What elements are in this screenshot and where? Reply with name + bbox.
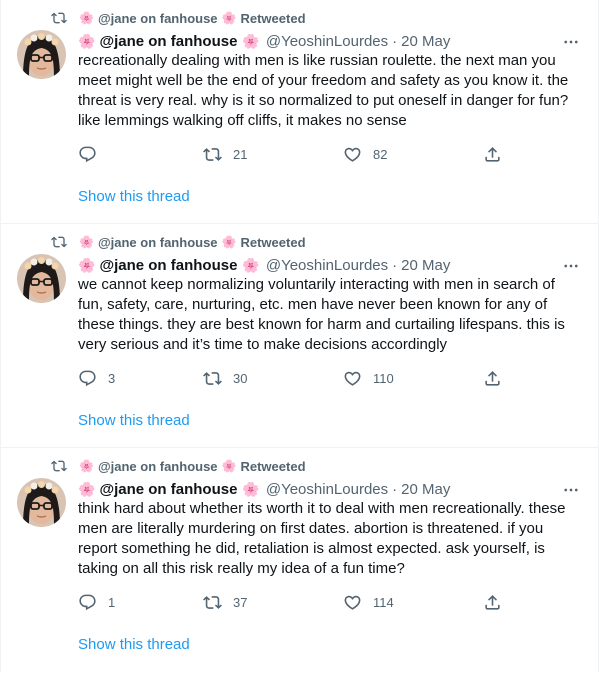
more-icon[interactable] <box>562 33 580 51</box>
separator: · <box>392 256 398 274</box>
tweet-date[interactable]: 20 May <box>401 481 450 498</box>
tweet-text: we cannot keep normalizing voluntarily i… <box>78 276 565 353</box>
retweet-icon <box>51 236 67 248</box>
retweet-context: 🌸 @jane on fanhouse 🌸 Retweeted <box>51 9 306 27</box>
retweeted-by-name[interactable]: @jane on fanhouse <box>98 11 218 26</box>
reply-icon <box>79 594 96 610</box>
retweet-icon <box>203 595 222 609</box>
retweeted-by-name[interactable]: @jane on fanhouse <box>98 459 218 474</box>
more-icon[interactable] <box>562 481 580 499</box>
retweet-button[interactable]: 30 <box>203 367 247 389</box>
like-button[interactable]: 114 <box>343 591 394 613</box>
retweeted-by-name[interactable]: @jane on fanhouse <box>98 235 218 250</box>
show-thread-link[interactable]: Show this thread <box>78 188 190 205</box>
tweet[interactable]: 🌸 @jane on fanhouse 🌸 Retweeted 🌸 @jane … <box>1 448 598 672</box>
author-name[interactable]: @jane on fanhouse <box>99 257 237 274</box>
tweet-date[interactable]: 20 May <box>401 257 450 274</box>
reply-button[interactable]: 1 <box>78 591 115 613</box>
tweet-text: recreationally dealing with men is like … <box>78 52 569 129</box>
retweet-button[interactable]: 37 <box>203 591 247 613</box>
like-button[interactable]: 110 <box>343 367 394 389</box>
share-icon <box>485 594 500 610</box>
tweet[interactable]: 🌸 @jane on fanhouse 🌸 Retweeted 🌸 @jane … <box>1 224 598 448</box>
share-button[interactable] <box>483 591 502 613</box>
tweet-actions: 1 37 114 <box>78 591 508 613</box>
cherry-blossom-icon: 🌸 <box>221 459 237 473</box>
retweet-context: 🌸 @jane on fanhouse 🌸 Retweeted <box>51 233 306 251</box>
reply-count: 1 <box>108 594 116 610</box>
avatar[interactable] <box>17 30 66 79</box>
tweet-header: 🌸 @jane on fanhouse 🌸 @YeoshinLourdes · … <box>78 479 586 499</box>
like-button[interactable]: 82 <box>343 143 387 165</box>
cherry-blossom-icon: 🌸 <box>79 459 94 473</box>
cherry-blossom-icon: 🌸 <box>78 32 96 49</box>
tweet-header: 🌸 @jane on fanhouse 🌸 @YeoshinLourdes · … <box>78 31 586 51</box>
tweet-actions: 21 82 <box>78 143 508 165</box>
author-handle[interactable]: @YeoshinLourdes <box>266 257 388 274</box>
retweet-context: 🌸 @jane on fanhouse 🌸 Retweeted <box>51 457 306 475</box>
author-handle[interactable]: @YeoshinLourdes <box>266 33 388 50</box>
author-name[interactable]: @jane on fanhouse <box>99 481 237 498</box>
separator: · <box>392 32 398 50</box>
separator: · <box>392 480 398 498</box>
heart-icon <box>344 371 361 386</box>
retweet-icon <box>51 12 67 24</box>
author-handle[interactable]: @YeoshinLourdes <box>266 481 388 498</box>
retweet-count: 30 <box>233 370 248 386</box>
share-icon <box>485 370 500 386</box>
retweeted-label: Retweeted <box>240 458 306 474</box>
reply-icon <box>79 370 96 386</box>
tweet[interactable]: 🌸 @jane on fanhouse 🌸 Retweeted 🌸 @jane … <box>1 0 598 224</box>
cherry-blossom-icon: 🌸 <box>221 235 237 249</box>
share-icon <box>485 146 500 162</box>
cherry-blossom-icon: 🌸 <box>78 256 96 273</box>
reply-button[interactable] <box>78 143 108 165</box>
cherry-blossom-icon: 🌸 <box>79 235 94 249</box>
share-button[interactable] <box>483 143 502 165</box>
retweeted-label: Retweeted <box>240 234 306 250</box>
heart-icon <box>344 147 361 162</box>
retweet-icon <box>203 147 222 161</box>
show-thread-link[interactable]: Show this thread <box>78 636 190 653</box>
cherry-blossom-icon: 🌸 <box>79 11 94 25</box>
reply-button[interactable]: 3 <box>78 367 115 389</box>
retweet-icon <box>51 460 67 472</box>
retweet-icon <box>203 371 222 385</box>
reply-count: 3 <box>108 370 116 386</box>
author-name[interactable]: @jane on fanhouse <box>99 33 237 50</box>
retweeted-label: Retweeted <box>240 10 306 26</box>
more-icon[interactable] <box>562 257 580 275</box>
retweet-button[interactable]: 21 <box>203 143 247 165</box>
heart-icon <box>344 595 361 610</box>
tweet-header: 🌸 @jane on fanhouse 🌸 @YeoshinLourdes · … <box>78 255 586 275</box>
tweet-text: think hard about whether its worth it to… <box>78 500 566 577</box>
retweet-count: 37 <box>233 594 248 610</box>
cherry-blossom-icon: 🌸 <box>242 32 260 49</box>
cherry-blossom-icon: 🌸 <box>242 480 260 497</box>
reply-icon <box>79 146 96 162</box>
like-count: 110 <box>373 370 394 386</box>
tweet-date[interactable]: 20 May <box>401 33 450 50</box>
like-count: 114 <box>373 594 394 610</box>
timeline-feed: 🌸 @jane on fanhouse 🌸 Retweeted 🌸 @jane … <box>0 0 599 672</box>
avatar[interactable] <box>17 478 66 527</box>
show-thread-link[interactable]: Show this thread <box>78 412 190 429</box>
retweet-count: 21 <box>233 146 248 162</box>
cherry-blossom-icon: 🌸 <box>242 256 260 273</box>
share-button[interactable] <box>483 367 502 389</box>
avatar[interactable] <box>17 254 66 303</box>
like-count: 82 <box>373 146 388 162</box>
cherry-blossom-icon: 🌸 <box>221 11 237 25</box>
cherry-blossom-icon: 🌸 <box>78 480 96 497</box>
tweet-actions: 3 30 110 <box>78 367 508 389</box>
